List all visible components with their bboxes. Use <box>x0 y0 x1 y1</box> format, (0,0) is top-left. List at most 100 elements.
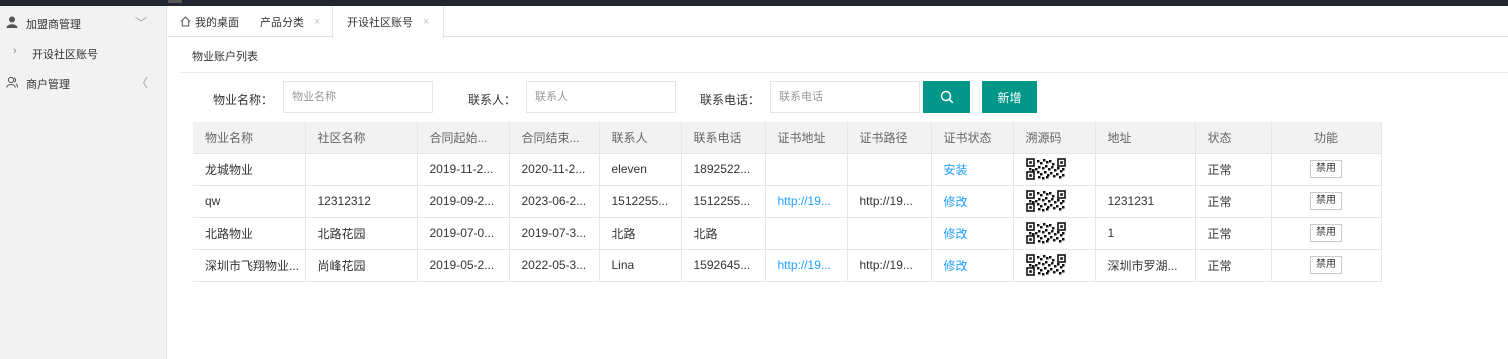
cell-address <box>1095 153 1196 186</box>
cell-phone: 1592645... <box>681 249 766 282</box>
cell-status: 正常 <box>1195 217 1272 250</box>
header-toggle[interactable] <box>168 0 182 3</box>
column-header[interactable]: 物业名称 <box>193 122 306 154</box>
cell-cert-status[interactable]: 修改 <box>931 185 1014 218</box>
cell-filler <box>1381 249 1508 281</box>
column-header-filler <box>1381 122 1508 153</box>
cell-cert-path: http://19... <box>847 249 932 282</box>
sidebar-item-franchise[interactable]: 加盟商管理 ﹀ <box>0 6 166 40</box>
cell-phone: 1892522... <box>681 153 766 186</box>
cell-action: 禁用 <box>1271 185 1382 218</box>
table-row: 深圳市飞翔物业... 尚峰花园 2019-05-2... 2022-05-3... Li… <box>193 249 1508 282</box>
table-row: 北路物业 北路花园 2019-07-0... 2019-07-3... 北路 北路 修改 1 正… <box>193 217 1508 250</box>
cell-end: 2020-11-2... <box>509 153 600 186</box>
column-header[interactable]: 地址 <box>1095 122 1196 154</box>
cell-address: 1 <box>1095 217 1196 250</box>
cell-community: 尚峰花园 <box>305 249 418 282</box>
column-header[interactable]: 合同结束... <box>509 122 600 154</box>
cell-trace-code <box>1013 249 1096 282</box>
tab-open-account[interactable]: 开设社区账号 × <box>332 6 445 38</box>
cell-filler <box>1381 185 1508 217</box>
contact-input[interactable] <box>526 81 676 113</box>
disable-button[interactable]: 禁用 <box>1310 224 1342 242</box>
user-icon <box>6 16 18 28</box>
search-button[interactable] <box>923 81 970 113</box>
cell-contact: 1512255... <box>599 185 682 218</box>
table-row: 龙城物业 2019-11-2... 2020-11-2... eleven 189252… <box>193 153 1508 186</box>
qr-code-icon <box>1025 254 1066 276</box>
home-icon <box>180 16 191 27</box>
column-header[interactable]: 状态 <box>1195 122 1272 154</box>
tab-label: 我的桌面 <box>195 16 239 29</box>
column-header[interactable]: 社区名称 <box>305 122 418 154</box>
column-header[interactable]: 联系人 <box>599 122 682 154</box>
chevron-left-icon: 〈 <box>136 76 149 90</box>
sidebar-item-label: 加盟商管理 <box>26 19 81 31</box>
cell-filler <box>1381 217 1508 249</box>
cell-community <box>305 153 418 186</box>
cell-cert-status[interactable]: 修改 <box>931 249 1014 282</box>
column-header[interactable]: 证书地址 <box>765 122 848 154</box>
cell-start: 2019-11-2... <box>417 153 510 186</box>
sidebar-item-merchant[interactable]: 商户管理 〈 <box>0 66 166 100</box>
column-header[interactable]: 联系电话 <box>681 122 766 154</box>
cell-start: 2019-05-2... <box>417 249 510 282</box>
column-header[interactable]: 溯源码 <box>1013 122 1096 154</box>
column-header[interactable]: 证书状态 <box>931 122 1014 154</box>
cell-trace-code <box>1013 217 1096 250</box>
disable-button[interactable]: 禁用 <box>1310 192 1342 210</box>
breadcrumb: 物业账户列表 <box>192 51 258 63</box>
cell-start: 2019-07-0... <box>417 217 510 250</box>
disable-button[interactable]: 禁用 <box>1310 256 1342 274</box>
property-name-label: 物业名称： <box>213 93 274 107</box>
sidebar-item-label: 开设社区账号 <box>32 49 98 61</box>
cell-trace-code <box>1013 185 1096 218</box>
cell-status: 正常 <box>1195 249 1272 282</box>
property-name-input[interactable] <box>283 81 433 113</box>
qr-code-icon <box>1025 190 1066 212</box>
search-icon <box>940 90 953 104</box>
cell-action: 禁用 <box>1271 249 1382 282</box>
cell-end: 2022-05-3... <box>509 249 600 282</box>
column-header[interactable]: 证书路径 <box>847 122 932 154</box>
cell-cert-url[interactable] <box>765 217 848 250</box>
tab-home[interactable]: 我的桌面 <box>180 6 239 37</box>
disable-button[interactable]: 禁用 <box>1310 160 1342 178</box>
property-table: 物业名称 社区名称 合同起始... 合同结束... 联系人 联系电话 证书地址 … <box>193 122 1508 282</box>
cell-action: 禁用 <box>1271 217 1382 250</box>
cell-cert-url[interactable]: http://19... <box>765 249 848 282</box>
close-icon[interactable]: × <box>314 16 320 28</box>
sidebar-subitem-open-account[interactable]: › 开设社区账号 <box>0 40 166 66</box>
phone-input[interactable] <box>770 81 920 113</box>
cell-name: 深圳市飞翔物业... <box>193 249 306 282</box>
qr-code-icon <box>1025 158 1066 180</box>
cell-end: 2023-06-2... <box>509 185 600 218</box>
chevron-right-icon: › <box>13 45 17 57</box>
cell-community: 12312312 <box>305 185 418 218</box>
cell-trace-code <box>1013 153 1096 186</box>
table-header-row: 物业名称 社区名称 合同起始... 合同结束... 联系人 联系电话 证书地址 … <box>193 122 1508 154</box>
cell-cert-url[interactable] <box>765 153 848 186</box>
cell-contact: eleven <box>599 153 682 186</box>
column-header[interactable]: 功能 <box>1271 122 1382 154</box>
cell-end: 2019-07-3... <box>509 217 600 250</box>
users-icon <box>6 76 18 88</box>
phone-label: 联系电话： <box>700 93 761 107</box>
cell-community: 北路花园 <box>305 217 418 250</box>
add-button[interactable]: 新增 <box>982 81 1037 113</box>
cell-cert-url[interactable]: http://19... <box>765 185 848 218</box>
close-icon[interactable]: × <box>423 16 429 28</box>
column-header[interactable]: 合同起始... <box>417 122 510 154</box>
cell-contact: Lina <box>599 249 682 282</box>
qr-code-icon <box>1025 222 1066 244</box>
cell-cert-path <box>847 153 932 186</box>
cell-cert-path <box>847 217 932 250</box>
tab-label: 开设社区账号 <box>347 17 413 29</box>
contact-label: 联系人： <box>468 93 517 107</box>
cell-status: 正常 <box>1195 185 1272 218</box>
tab-product-category[interactable]: 产品分类 × <box>260 6 320 37</box>
sidebar: 加盟商管理 ﹀ › 开设社区账号 商户管理 〈 <box>0 6 167 359</box>
chevron-down-icon: ﹀ <box>135 16 148 30</box>
cell-cert-status[interactable]: 修改 <box>931 217 1014 250</box>
cell-cert-status[interactable]: 安装 <box>931 153 1014 186</box>
